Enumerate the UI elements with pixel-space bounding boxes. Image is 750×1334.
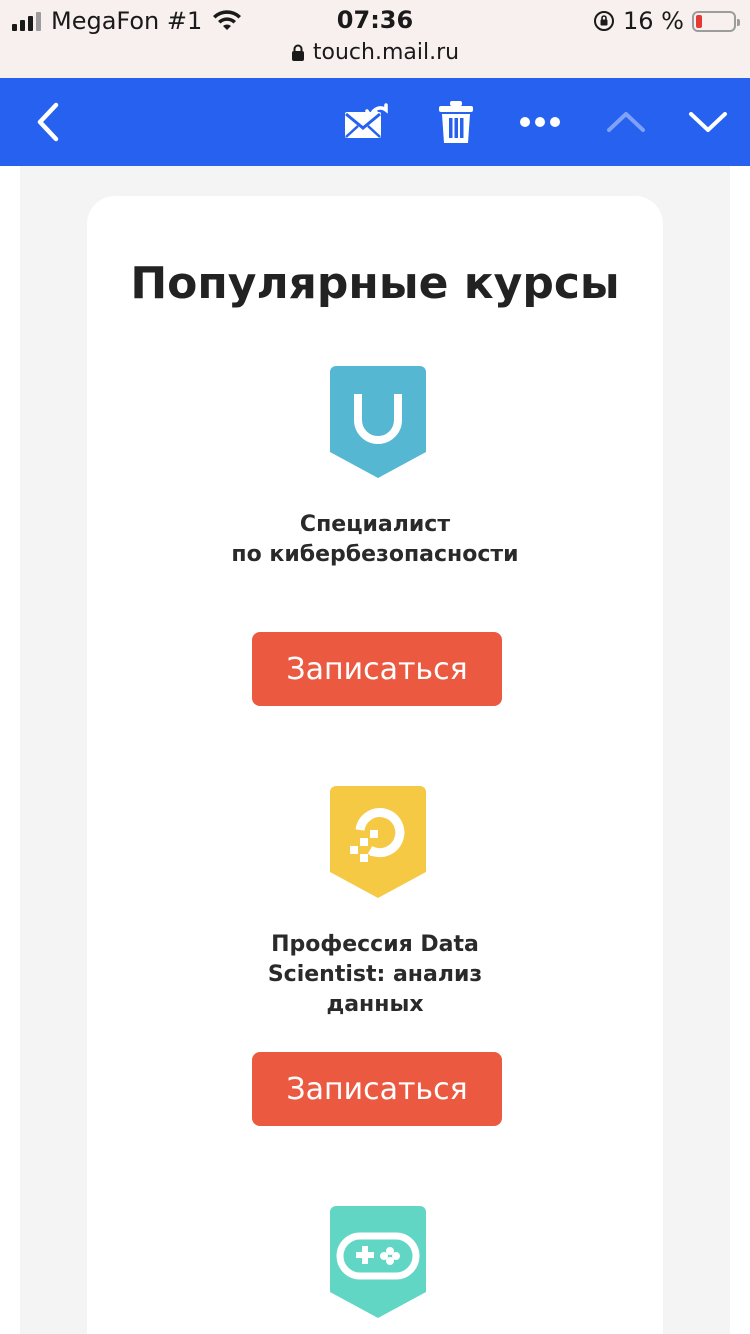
delete-button[interactable] [428, 78, 484, 166]
data-science-badge [330, 786, 426, 898]
status-bar: MegaFon #1 07:36 16 % touch.mail.ru [0, 0, 750, 78]
chevron-left-icon [37, 102, 59, 142]
lock-icon [291, 44, 304, 61]
url-text: touch.mail.ru [312, 40, 460, 65]
trash-icon [439, 101, 473, 143]
address-bar[interactable]: touch.mail.ru [0, 40, 750, 65]
chevron-up-icon [607, 112, 645, 132]
game-dev-badge [330, 1206, 426, 1318]
orientation-lock-icon [594, 11, 615, 31]
page-title: Популярные курсы [130, 258, 620, 309]
back-button[interactable] [20, 78, 76, 166]
course-title: Специалист по кибербезопасности [231, 512, 519, 567]
status-right: 16 % [593, 6, 740, 36]
previous-message-button[interactable] [598, 78, 654, 166]
battery-icon [692, 10, 740, 32]
chevron-down-icon [689, 112, 727, 132]
mail-move-icon [345, 103, 388, 138]
next-message-button[interactable] [680, 78, 736, 166]
enroll-button[interactable]: Записаться [252, 1052, 502, 1126]
mail-toolbar [0, 78, 750, 166]
badge-shape [330, 786, 426, 898]
enroll-button[interactable]: Записаться [252, 632, 502, 706]
course-title: Профессия Data Scientist: анализ данных [267, 932, 483, 1017]
battery-level [696, 14, 702, 28]
badge-shape [330, 366, 426, 478]
cybersecurity-badge [330, 366, 426, 478]
move-button[interactable] [338, 78, 394, 166]
battery-percent: 16 % [623, 7, 684, 35]
more-dots-icon [520, 117, 560, 127]
more-button[interactable] [512, 78, 568, 166]
